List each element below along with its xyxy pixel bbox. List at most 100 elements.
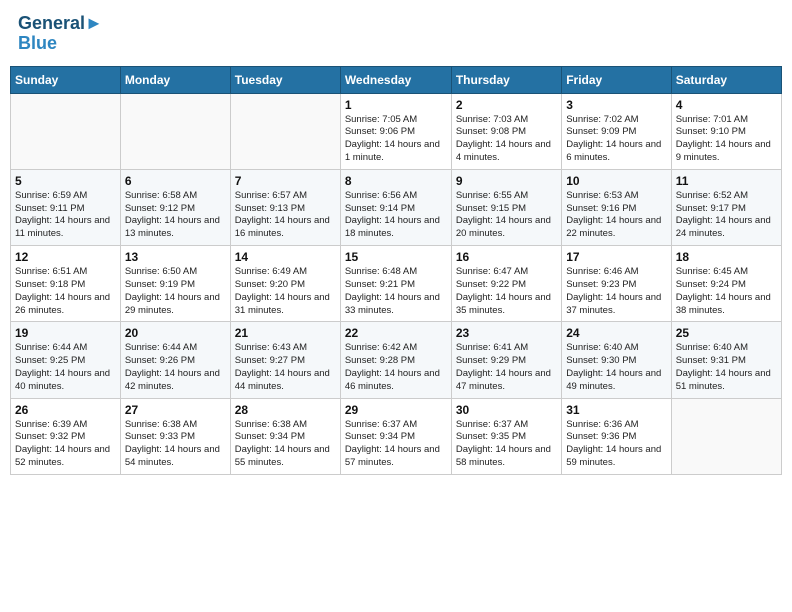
calendar-week-4: 19 Sunrise: 6:44 AMSunset: 9:25 PMDayligh… [11, 322, 782, 398]
day-info: Sunrise: 6:45 AMSunset: 9:24 PMDaylight:… [676, 266, 777, 317]
calendar-cell: 6Sunrise: 6:58 AMSunset: 9:12 PMDaylight… [120, 169, 230, 245]
calendar-header-row: SundayMondayTuesdayWednesdayThursdayFrid… [11, 66, 782, 93]
day-number: 30 [456, 403, 557, 417]
day-number: 31 [566, 403, 666, 417]
day-number: 8 [345, 174, 447, 188]
calendar-cell [11, 93, 121, 169]
calendar-cell: 18 Sunrise: 6:45 AMSunset: 9:24 PMDayligh… [671, 246, 781, 322]
day-info: Sunrise: 6:52 AMSunset: 9:17 PMDaylight:… [676, 190, 777, 241]
day-info: Sunrise: 6:40 AMSunset: 9:30 PMDaylight:… [566, 342, 666, 393]
calendar-cell [120, 93, 230, 169]
day-info: Sunrise: 6:39 AMSunset: 9:32 PMDaylight:… [15, 419, 116, 470]
day-number: 17 [566, 250, 666, 264]
day-info: Sunrise: 6:48 AMSunset: 9:21 PMDaylight:… [345, 266, 447, 317]
day-number: 12 [15, 250, 116, 264]
calendar-cell: 8 Sunrise: 6:56 AMSunset: 9:14 PMDaylight… [340, 169, 451, 245]
day-number: 16 [456, 250, 557, 264]
calendar-cell: 16Sunrise: 6:47 AMSunset: 9:22 PMDayligh… [451, 246, 561, 322]
day-number: 18 [676, 250, 777, 264]
calendar-cell: 13 Sunrise: 6:50 AMSunset: 9:19 PMDayligh… [120, 246, 230, 322]
calendar-cell: 24 Sunrise: 6:40 AMSunset: 9:30 PMDayligh… [562, 322, 671, 398]
day-number: 29 [345, 403, 447, 417]
day-info: Sunrise: 6:46 AMSunset: 9:23 PMDaylight:… [566, 266, 666, 317]
day-number: 7 [235, 174, 336, 188]
day-number: 10 [566, 174, 666, 188]
calendar-body: 1Sunrise: 7:05 AMSunset: 9:06 PMDaylight… [11, 93, 782, 474]
day-info: Sunrise: 6:44 AMSunset: 9:25 PMDaylight:… [15, 342, 116, 393]
day-number: 15 [345, 250, 447, 264]
weekday-header-sunday: Sunday [11, 66, 121, 93]
day-number: 20 [125, 326, 226, 340]
calendar-cell: 22Sunrise: 6:42 AMSunset: 9:28 PMDayligh… [340, 322, 451, 398]
calendar-cell [671, 398, 781, 474]
day-number: 5 [15, 174, 116, 188]
weekday-header-friday: Friday [562, 66, 671, 93]
calendar-cell: 31 Sunrise: 6:36 AMSunset: 9:36 PMDayligh… [562, 398, 671, 474]
day-info: Sunrise: 6:37 AMSunset: 9:34 PMDaylight:… [345, 419, 447, 470]
day-info: Sunrise: 7:03 AMSunset: 9:08 PMDaylight:… [456, 114, 557, 165]
day-number: 24 [566, 326, 666, 340]
day-info: Sunrise: 7:02 AMSunset: 9:09 PMDaylight:… [566, 114, 666, 165]
day-info: Sunrise: 6:57 AMSunset: 9:13 PMDaylight:… [235, 190, 336, 241]
day-number: 3 [566, 98, 666, 112]
day-number: 2 [456, 98, 557, 112]
calendar-cell: 2 Sunrise: 7:03 AMSunset: 9:08 PMDaylight… [451, 93, 561, 169]
day-info: Sunrise: 6:59 AMSunset: 9:11 PMDaylight:… [15, 190, 116, 241]
page-header: General►Blue [10, 10, 782, 58]
calendar-cell: 28Sunrise: 6:38 AMSunset: 9:34 PMDayligh… [230, 398, 340, 474]
day-number: 28 [235, 403, 336, 417]
calendar-cell: 9 Sunrise: 6:55 AMSunset: 9:15 PMDaylight… [451, 169, 561, 245]
day-number: 25 [676, 326, 777, 340]
calendar-cell: 5 Sunrise: 6:59 AMSunset: 9:11 PMDaylight… [11, 169, 121, 245]
calendar-cell: 25 Sunrise: 6:40 AMSunset: 9:31 PMDayligh… [671, 322, 781, 398]
logo: General►Blue [18, 14, 103, 54]
day-number: 22 [345, 326, 447, 340]
day-info: Sunrise: 6:51 AMSunset: 9:18 PMDaylight:… [15, 266, 116, 317]
calendar-cell: 7 Sunrise: 6:57 AMSunset: 9:13 PMDaylight… [230, 169, 340, 245]
calendar-cell: 15 Sunrise: 6:48 AMSunset: 9:21 PMDayligh… [340, 246, 451, 322]
weekday-header-saturday: Saturday [671, 66, 781, 93]
calendar-cell: 10 Sunrise: 6:53 AMSunset: 9:16 PMDayligh… [562, 169, 671, 245]
weekday-header-monday: Monday [120, 66, 230, 93]
day-info: Sunrise: 6:55 AMSunset: 9:15 PMDaylight:… [456, 190, 557, 241]
day-info: Sunrise: 6:36 AMSunset: 9:36 PMDaylight:… [566, 419, 666, 470]
day-number: 26 [15, 403, 116, 417]
calendar-cell: 26 Sunrise: 6:39 AMSunset: 9:32 PMDayligh… [11, 398, 121, 474]
calendar-week-2: 5 Sunrise: 6:59 AMSunset: 9:11 PMDaylight… [11, 169, 782, 245]
day-info: Sunrise: 6:44 AMSunset: 9:26 PMDaylight:… [125, 342, 226, 393]
day-info: Sunrise: 6:53 AMSunset: 9:16 PMDaylight:… [566, 190, 666, 241]
calendar-cell: 21 Sunrise: 6:43 AMSunset: 9:27 PMDayligh… [230, 322, 340, 398]
calendar-week-3: 12 Sunrise: 6:51 AMSunset: 9:18 PMDayligh… [11, 246, 782, 322]
calendar-cell: 23 Sunrise: 6:41 AMSunset: 9:29 PMDayligh… [451, 322, 561, 398]
calendar-table: SundayMondayTuesdayWednesdayThursdayFrid… [10, 66, 782, 475]
day-info: Sunrise: 6:38 AMSunset: 9:33 PMDaylight:… [125, 419, 226, 470]
calendar-cell: 12 Sunrise: 6:51 AMSunset: 9:18 PMDayligh… [11, 246, 121, 322]
calendar-cell [230, 93, 340, 169]
calendar-cell: 11 Sunrise: 6:52 AMSunset: 9:17 PMDayligh… [671, 169, 781, 245]
day-info: Sunrise: 6:43 AMSunset: 9:27 PMDaylight:… [235, 342, 336, 393]
day-info: Sunrise: 6:40 AMSunset: 9:31 PMDaylight:… [676, 342, 777, 393]
day-info: Sunrise: 6:50 AMSunset: 9:19 PMDaylight:… [125, 266, 226, 317]
day-number: 13 [125, 250, 226, 264]
day-info: Sunrise: 6:56 AMSunset: 9:14 PMDaylight:… [345, 190, 447, 241]
day-number: 4 [676, 98, 777, 112]
day-info: Sunrise: 6:41 AMSunset: 9:29 PMDaylight:… [456, 342, 557, 393]
day-number: 11 [676, 174, 777, 188]
day-number: 27 [125, 403, 226, 417]
calendar-cell: 4Sunrise: 7:01 AMSunset: 9:10 PMDaylight… [671, 93, 781, 169]
calendar-cell: 20 Sunrise: 6:44 AMSunset: 9:26 PMDayligh… [120, 322, 230, 398]
day-number: 21 [235, 326, 336, 340]
day-number: 9 [456, 174, 557, 188]
day-number: 19 [15, 326, 116, 340]
calendar-week-1: 1Sunrise: 7:05 AMSunset: 9:06 PMDaylight… [11, 93, 782, 169]
day-number: 6 [125, 174, 226, 188]
day-info: Sunrise: 6:49 AMSunset: 9:20 PMDaylight:… [235, 266, 336, 317]
calendar-cell: 17 Sunrise: 6:46 AMSunset: 9:23 PMDayligh… [562, 246, 671, 322]
calendar-cell: 1Sunrise: 7:05 AMSunset: 9:06 PMDaylight… [340, 93, 451, 169]
weekday-header-tuesday: Tuesday [230, 66, 340, 93]
calendar-cell: 14Sunrise: 6:49 AMSunset: 9:20 PMDayligh… [230, 246, 340, 322]
logo-text: General►Blue [18, 14, 103, 54]
day-number: 1 [345, 98, 447, 112]
day-number: 23 [456, 326, 557, 340]
weekday-header-thursday: Thursday [451, 66, 561, 93]
